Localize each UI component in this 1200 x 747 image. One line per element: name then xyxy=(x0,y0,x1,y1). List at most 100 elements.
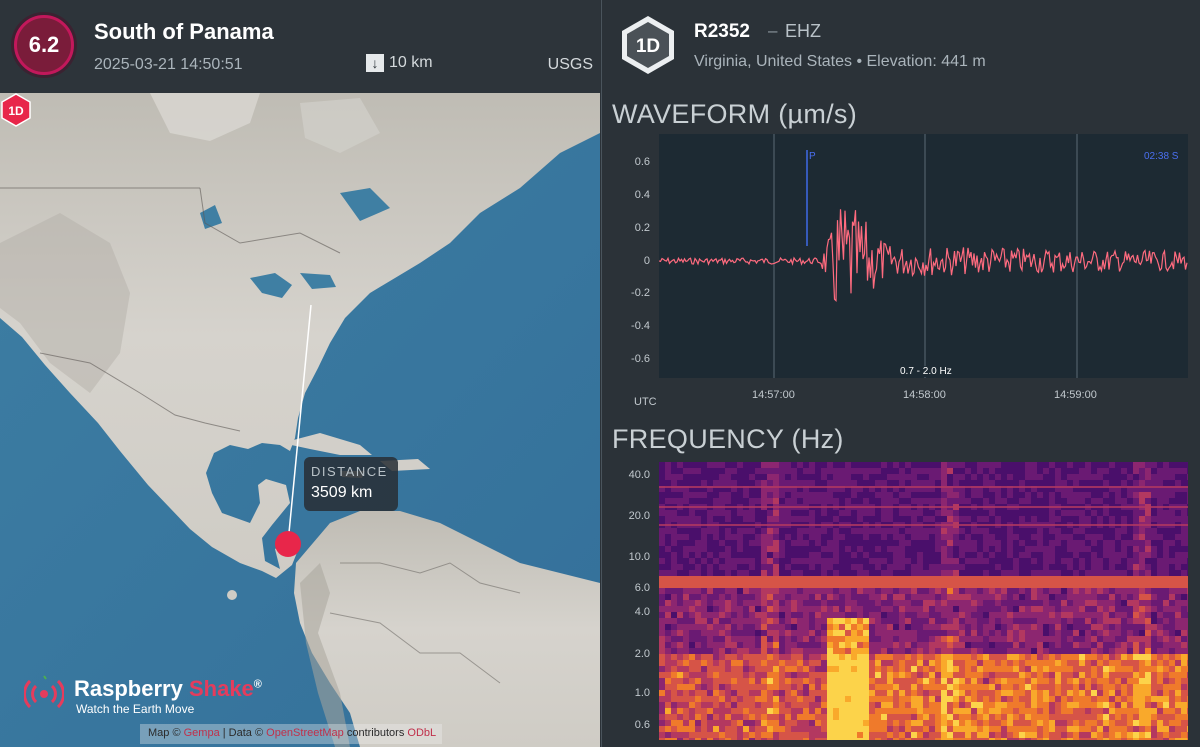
spectrogram-cell xyxy=(839,498,845,504)
spectrogram-cell xyxy=(767,666,773,672)
spectrogram-cell xyxy=(785,696,791,702)
spectrogram-cell xyxy=(929,636,935,642)
spectrogram-cell xyxy=(863,630,869,636)
spectrogram-cell xyxy=(1115,738,1121,740)
spectrogram-cell xyxy=(665,516,671,522)
spectrogram-cell xyxy=(1121,630,1127,636)
spectrogram-cell xyxy=(923,690,929,696)
spectrogram-cell xyxy=(725,618,731,624)
attribution-link-odbl[interactable]: ODbL xyxy=(407,727,436,739)
spectrogram-cell xyxy=(683,510,689,516)
spectrogram-cell xyxy=(1037,534,1043,540)
spectrogram-cell xyxy=(791,588,797,594)
spectrogram-cell xyxy=(1151,720,1157,726)
spectrogram-cell xyxy=(821,552,827,558)
spectrogram-cell xyxy=(1121,588,1127,594)
spectrogram-cell xyxy=(665,600,671,606)
spectrogram-cell xyxy=(923,720,929,726)
spectrogram-cell xyxy=(833,720,839,726)
frequency-y-tick: 1.0 xyxy=(634,687,650,699)
spectrogram-cell xyxy=(1097,660,1103,666)
event-map[interactable]: 1D DISTANCE 3509 km xyxy=(0,93,600,747)
spectrogram-cell xyxy=(665,594,671,600)
spectrogram-cell xyxy=(929,594,935,600)
spectrogram-cell xyxy=(761,516,767,522)
spectrogram-cell xyxy=(695,588,701,594)
spectrogram-cell xyxy=(1025,654,1031,660)
spectrogram-cell xyxy=(845,678,851,684)
spectrogram-cell xyxy=(797,600,803,606)
spectrogram-cell xyxy=(749,606,755,612)
spectrogram-cell xyxy=(995,534,1001,540)
map-canvas[interactable] xyxy=(0,93,600,747)
spectrogram-cell xyxy=(791,474,797,480)
spectrogram-cell xyxy=(821,648,827,654)
station-panel: 1D R2352 – EHZ Virginia, United States •… xyxy=(601,0,1200,747)
spectrogram-cell xyxy=(923,612,929,618)
spectrogram-cell xyxy=(1019,714,1025,720)
spectrogram-cell xyxy=(1073,600,1079,606)
spectrogram-cell xyxy=(1025,720,1031,726)
spectrogram-cell xyxy=(863,576,869,582)
spectrogram-cell xyxy=(941,498,947,504)
spectrogram-cell xyxy=(881,660,887,666)
attribution-link-gempa[interactable]: Gempa xyxy=(184,727,220,739)
attribution-link-osm[interactable]: OpenStreetMap xyxy=(266,727,344,739)
spectrogram-cell xyxy=(857,498,863,504)
spectrogram-cell xyxy=(881,600,887,606)
spectrogram-cell xyxy=(827,654,833,660)
station-location: Virginia, United States • Elevation: 441… xyxy=(694,53,986,70)
spectrogram-cell xyxy=(1157,642,1163,648)
spectrogram-plot[interactable] xyxy=(659,462,1188,740)
spectrogram-cell xyxy=(1079,678,1085,684)
spectrogram-cell xyxy=(1163,654,1169,660)
spectrogram-cell xyxy=(1055,738,1061,740)
spectrogram-cell xyxy=(1175,492,1181,498)
spectrogram-cell xyxy=(1103,624,1109,630)
spectrogram-cell xyxy=(1073,606,1079,612)
spectrogram-cell xyxy=(749,708,755,714)
spectrogram-cell xyxy=(989,462,995,468)
spectrogram-cell xyxy=(1181,516,1187,522)
spectrogram-canvas[interactable] xyxy=(659,462,1188,740)
spectrogram-cell xyxy=(977,528,983,534)
waveform-canvas[interactable] xyxy=(658,134,1188,378)
spectrogram-cell xyxy=(989,684,995,690)
spectrogram-cell xyxy=(1079,570,1085,576)
spectrogram-cell xyxy=(905,636,911,642)
spectrogram-cell xyxy=(1043,474,1049,480)
spectrogram-cell xyxy=(1079,636,1085,642)
spectrogram-cell xyxy=(749,690,755,696)
spectrogram-cell xyxy=(1085,576,1091,582)
waveform-plot[interactable] xyxy=(658,134,1188,378)
spectrogram-cell xyxy=(803,546,809,552)
spectrogram-cell xyxy=(893,516,899,522)
spectrogram-cell xyxy=(941,468,947,474)
spectrogram-cell xyxy=(767,462,773,468)
spectrogram-cell xyxy=(725,588,731,594)
spectrogram-cell xyxy=(815,666,821,672)
spectrogram-cell xyxy=(809,672,815,678)
spectrogram-cell xyxy=(1025,534,1031,540)
spectrogram-cell xyxy=(899,618,905,624)
spectrogram-cell xyxy=(1127,594,1133,600)
spectrogram-cell xyxy=(1043,534,1049,540)
spectrogram-cell xyxy=(1079,708,1085,714)
spectrogram-cell xyxy=(1001,624,1007,630)
spectrogram-cell xyxy=(905,726,911,732)
spectrogram-cell xyxy=(917,648,923,654)
spectrogram-cell xyxy=(881,516,887,522)
spectrogram-cell xyxy=(905,678,911,684)
spectrogram-cell xyxy=(1151,642,1157,648)
spectrogram-cell xyxy=(1163,636,1169,642)
station-hexagon-icon[interactable]: 1D xyxy=(0,93,32,127)
spectrogram-cell xyxy=(1055,732,1061,738)
spectrogram-cell xyxy=(1055,654,1061,660)
spectrogram-cell xyxy=(1181,606,1187,612)
spectrogram-cell xyxy=(845,672,851,678)
spectrogram-cell xyxy=(1109,480,1115,486)
spectrogram-cell xyxy=(773,732,779,738)
spectrogram-cell xyxy=(911,588,917,594)
spectrogram-cell xyxy=(941,696,947,702)
spectrogram-cell xyxy=(1013,612,1019,618)
